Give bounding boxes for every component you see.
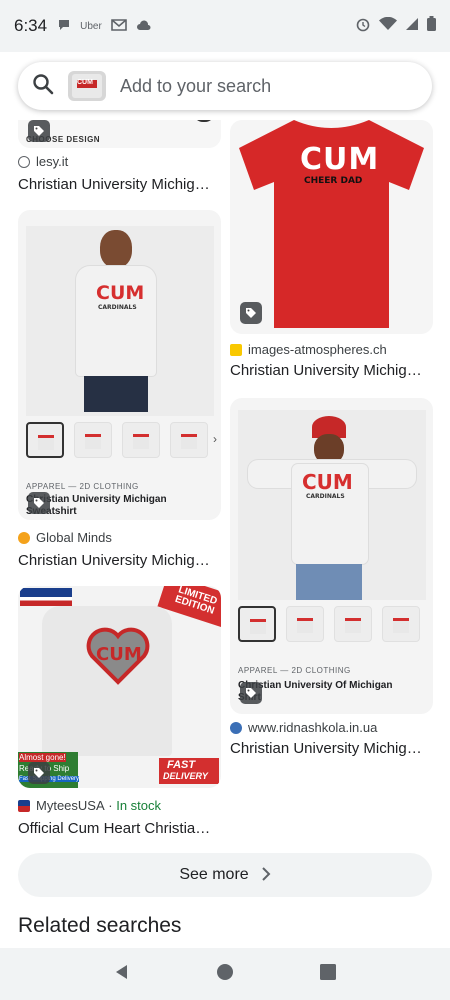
shirt-print-sub: CARDINALS bbox=[98, 304, 137, 311]
global-minds-logo-icon bbox=[18, 531, 30, 544]
stock-status: In stock bbox=[116, 798, 161, 813]
result-card[interactable]: CUM CHEER DAD images-atmospheres.ch Chri… bbox=[225, 120, 450, 390]
result-source[interactable]: MyteesUSA · In stock bbox=[18, 798, 161, 813]
shirt-print-sub: CHEER DAD bbox=[304, 176, 363, 186]
status-time: 6:34 bbox=[14, 16, 48, 35]
heart-text: CUM bbox=[96, 644, 142, 665]
system-icons bbox=[355, 16, 436, 37]
thumbnail[interactable] bbox=[286, 606, 324, 642]
cloud-icon bbox=[136, 19, 152, 34]
result-title[interactable]: Christian University Michig… bbox=[18, 552, 218, 569]
product-name: Christian University Michigan Sweatshirt bbox=[26, 494, 167, 517]
result-source[interactable]: Global Minds bbox=[18, 530, 112, 545]
result-card[interactable]: CHOOSE DESIGN lesy.it Christian Universi… bbox=[0, 120, 225, 200]
fast-text: FAST bbox=[167, 759, 196, 771]
status-bar: 6:34 Uber bbox=[0, 0, 450, 52]
source-name: images-atmospheres.ch bbox=[248, 342, 387, 357]
chevron-right-icon[interactable]: › bbox=[213, 432, 217, 446]
shirt-print-sub: CARDINALS bbox=[306, 493, 345, 500]
search-bar[interactable]: CUM Add to your search bbox=[18, 62, 432, 110]
back-icon[interactable] bbox=[113, 963, 131, 986]
chat-icon bbox=[57, 18, 71, 35]
usa-flag-favicon-icon bbox=[18, 799, 30, 812]
search-icon[interactable] bbox=[32, 73, 54, 100]
thumbnail[interactable] bbox=[26, 422, 64, 458]
thumbnail[interactable] bbox=[382, 606, 420, 642]
search-image-thumbnail[interactable]: CUM bbox=[68, 71, 106, 101]
shirt-print-text: CUM bbox=[302, 470, 353, 494]
home-icon[interactable] bbox=[216, 963, 234, 986]
result-title[interactable]: Christian University Michig… bbox=[18, 176, 218, 193]
site-favicon-icon bbox=[230, 343, 242, 356]
shirt-print-text: CUM bbox=[300, 142, 380, 177]
see-more-button[interactable]: See more bbox=[18, 853, 432, 897]
thumbnail[interactable] bbox=[122, 422, 160, 458]
thumbnail[interactable] bbox=[238, 606, 276, 642]
model-photo bbox=[26, 226, 214, 416]
source-name: lesy.it bbox=[36, 154, 69, 169]
result-source[interactable]: lesy.it bbox=[18, 154, 68, 169]
source-name: www.ridnashkola.in.ua bbox=[248, 720, 378, 735]
gmail-icon bbox=[110, 18, 127, 34]
result-source[interactable]: www.ridnashkola.in.ua bbox=[230, 720, 377, 735]
site-favicon-icon bbox=[230, 721, 242, 734]
related-searches-heading: Related searches bbox=[18, 914, 182, 937]
chevron-right-icon bbox=[261, 865, 271, 886]
promo-text-1: Almost gone! bbox=[19, 753, 66, 762]
alarm-icon bbox=[355, 16, 371, 37]
image-results-grid: CHOOSE DESIGN lesy.it Christian Universi… bbox=[0, 120, 450, 948]
wifi-icon bbox=[379, 16, 397, 36]
globe-icon bbox=[18, 155, 30, 168]
result-title[interactable]: Christian University Michig… bbox=[230, 362, 430, 379]
product-tag-icon bbox=[240, 302, 262, 324]
thumbnail-text: CUM bbox=[77, 79, 93, 86]
thumbnail[interactable] bbox=[334, 606, 372, 642]
badge-text: LIMITED EDITION bbox=[173, 586, 219, 617]
product-thumbnails[interactable] bbox=[238, 606, 420, 642]
result-card[interactable]: LIMITED EDITION CUM Almost gone! Ready t… bbox=[0, 586, 225, 846]
result-image[interactable]: LIMITED EDITION CUM Almost gone! Ready t… bbox=[18, 586, 221, 788]
usa-flag-logo bbox=[20, 588, 72, 606]
result-title[interactable]: Official Cum Heart Christia… bbox=[18, 820, 218, 837]
result-title[interactable]: Christian University Michig… bbox=[230, 740, 430, 757]
result-card[interactable]: eletees CUM CARDINALS › APPAREL — 2D CLO… bbox=[0, 210, 225, 570]
search-input[interactable]: Add to your search bbox=[120, 76, 271, 97]
product-tag-icon bbox=[240, 682, 262, 704]
product-thumbnails[interactable] bbox=[26, 422, 208, 458]
result-image[interactable]: eletees CUM CARDINALS › APPAREL — 2D CLO… bbox=[18, 210, 221, 520]
thumbnail[interactable] bbox=[170, 422, 208, 458]
result-card[interactable]: eletees CUM CARDINALS APPAREL — 2D CLOTH… bbox=[225, 398, 450, 758]
product-name: Christian University Of Michigan Shirt bbox=[238, 680, 393, 703]
thumbnail[interactable] bbox=[74, 422, 112, 458]
signal-icon bbox=[405, 17, 419, 36]
battery-icon bbox=[427, 16, 436, 36]
result-image[interactable]: CUM CHEER DAD bbox=[230, 120, 433, 334]
system-navigation-bar bbox=[0, 948, 450, 1000]
notification-icons: Uber bbox=[57, 18, 152, 35]
product-category: APPAREL — 2D CLOTHING bbox=[26, 482, 139, 491]
model-photo bbox=[238, 410, 426, 600]
shirt-print-text: CUM bbox=[96, 282, 145, 304]
product-tag-icon bbox=[28, 762, 50, 784]
product-tag-icon bbox=[28, 120, 50, 142]
fast-delivery-badge: FAST DELIVERY bbox=[159, 758, 219, 784]
uber-icon: Uber bbox=[80, 20, 102, 32]
see-more-label: See more bbox=[179, 866, 249, 883]
product-tag-icon bbox=[28, 492, 50, 514]
product-category: APPAREL — 2D CLOTHING bbox=[238, 666, 351, 675]
source-name: MyteesUSA bbox=[36, 798, 105, 813]
delivery-text: DELIVERY bbox=[163, 771, 208, 781]
result-image[interactable]: eletees CUM CARDINALS APPAREL — 2D CLOTH… bbox=[230, 398, 433, 714]
source-separator: · bbox=[104, 798, 117, 813]
result-source[interactable]: images-atmospheres.ch bbox=[230, 342, 387, 357]
recents-icon[interactable] bbox=[319, 963, 337, 986]
source-name: Global Minds bbox=[36, 530, 112, 545]
